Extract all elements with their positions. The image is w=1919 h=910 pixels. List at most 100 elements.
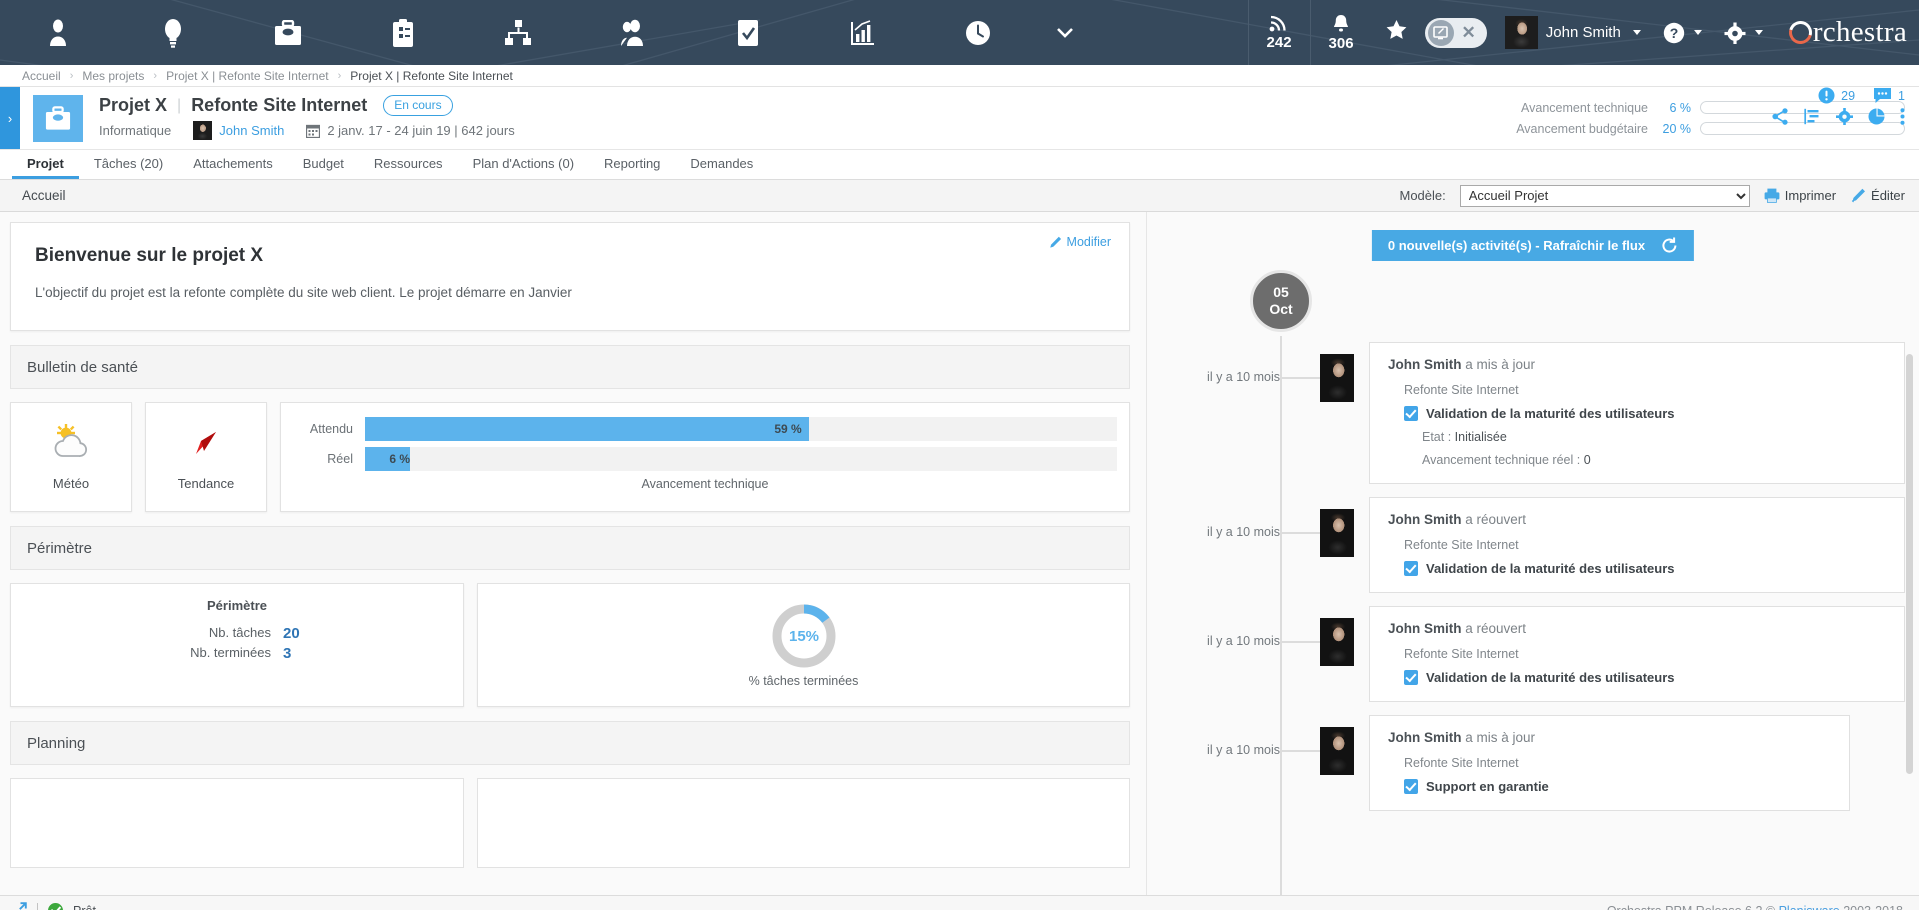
favorite-star-icon[interactable] (1372, 20, 1421, 45)
tendance-card[interactable]: Tendance (145, 402, 267, 512)
scope-donut-card: 15% % tâches terminées (477, 583, 1130, 707)
feed-item-author: John Smith (1388, 730, 1462, 745)
refresh-feed-button[interactable]: 0 nouvelle(s) activité(s) - Rafraîchir l… (1371, 230, 1695, 261)
project-owner[interactable]: John Smith (193, 121, 284, 140)
bell-icon (1334, 14, 1349, 31)
share-icon[interactable] (1772, 108, 1789, 125)
idea-bulb-icon[interactable] (115, 0, 230, 65)
brand-logo: rchestra (1784, 16, 1907, 49)
comment-icon[interactable] (1873, 87, 1892, 104)
modele-label: Modèle: (1399, 188, 1446, 203)
edit-mode-toggle[interactable]: ✕ (1424, 17, 1487, 48)
feed-scrollbar[interactable] (1906, 354, 1913, 774)
project-divider: | (177, 96, 182, 114)
feed-item-action: a mis à jour (1465, 730, 1536, 745)
alert-icon[interactable] (1818, 87, 1835, 104)
feed-meta-key: Etat : (1422, 430, 1452, 444)
feed-item-card: John Smith a mis à jour Refonte Site Int… (1369, 715, 1850, 811)
rss-count: 242 (1266, 34, 1292, 51)
more-vertical-icon[interactable] (1900, 108, 1905, 125)
feed-item[interactable]: il y a 10 mois John Smith a réouvert Ref… (1147, 606, 1905, 702)
org-chart-icon[interactable] (460, 0, 575, 65)
pie-chart-icon[interactable] (1868, 108, 1885, 125)
donut-caption: % tâches terminées (748, 674, 859, 688)
feed-item[interactable]: il y a 10 mois John Smith a mis à jour R… (1147, 342, 1905, 484)
welcome-body: L'objectif du projet est la refonte comp… (35, 285, 572, 300)
feed-item-author: John Smith (1388, 621, 1462, 636)
clock-icon[interactable] (920, 0, 1035, 65)
breadcrumb-separator: › (337, 69, 342, 82)
tab-taches[interactable]: Tâches (20) (79, 150, 178, 179)
breadcrumb-separator: › (69, 69, 74, 82)
tab-projet[interactable]: Projet (12, 150, 79, 179)
section-header-planning: Planning (10, 721, 1130, 765)
checkbox-icon[interactable] (690, 0, 805, 65)
feed-item-card: John Smith a mis à jour Refonte Site Int… (1369, 342, 1905, 484)
scope-value-tasks: 20 (283, 625, 300, 642)
tab-budget[interactable]: Budget (288, 150, 359, 179)
feed-item-time: il y a 10 mois (1207, 370, 1280, 384)
help-icon: ? (1663, 22, 1685, 43)
planisware-link[interactable]: Planisware (1779, 904, 1840, 910)
scope-key-tasks: Nb. tâches (208, 625, 271, 640)
feed-item-action: a mis à jour (1465, 357, 1536, 372)
feed-item-meta-avancement: Avancement technique réel : 0 (1422, 453, 1886, 467)
sun-behind-cloud-icon (54, 423, 87, 457)
project-dates: 2 janv. 17 - 24 juin 19 | 642 jours (306, 123, 515, 138)
help-menu[interactable]: ? (1663, 22, 1702, 44)
scope-key-done: Nb. terminées (190, 645, 271, 660)
tab-demandes[interactable]: Demandes (675, 150, 768, 179)
close-icon[interactable]: ✕ (1458, 23, 1480, 43)
pencil-icon (1049, 236, 1061, 248)
scope-value-done: 3 (283, 645, 292, 662)
feed-item-time: il y a 10 mois (1207, 525, 1280, 539)
tab-plan-actions[interactable]: Plan d'Actions (0) (458, 150, 589, 179)
scope-stats-card: Périmètre Nb. tâches 20 Nb. terminées 3 (10, 583, 464, 707)
people-icon[interactable] (575, 0, 690, 65)
tab-ressources[interactable]: Ressources (359, 150, 458, 179)
feed-item-task: Validation de la maturité des utilisateu… (1404, 561, 1886, 576)
breadcrumb-item-0[interactable]: Accueil (22, 69, 61, 83)
gantt-icon[interactable] (1804, 108, 1821, 125)
expand-icon[interactable] (10, 902, 27, 910)
chevron-down-icon (1693, 30, 1702, 35)
progress-budget-label: Avancement budgétaire (1516, 121, 1648, 136)
briefcase-icon[interactable] (230, 0, 345, 65)
meteo-card[interactable]: Météo (10, 402, 132, 512)
tab-attachements[interactable]: Attachements (178, 150, 288, 179)
feed-item-header: John Smith a réouvert (1388, 621, 1886, 636)
modify-welcome-button[interactable]: Modifier (1048, 235, 1111, 249)
svg-text:?: ? (1670, 25, 1679, 41)
breadcrumb-item-2[interactable]: Projet X | Refonte Site Internet (166, 69, 329, 83)
avatar (1320, 618, 1354, 666)
feed-items: il y a 10 mois John Smith a mis à jour R… (1147, 342, 1905, 824)
notifications-counter[interactable]: 306 (1309, 0, 1372, 65)
user-name: John Smith (1545, 24, 1621, 41)
feed-item-task: Validation de la maturité des utilisateu… (1404, 670, 1886, 685)
planning-card-right (477, 778, 1130, 868)
clipboard-icon[interactable] (345, 0, 460, 65)
user-icon[interactable] (0, 0, 115, 65)
feed-date-month: Oct (1269, 301, 1293, 317)
top-right-actions: 242 306 ✕ John Smith ? rchestra (1247, 0, 1919, 65)
chevron-down-icon (1632, 30, 1641, 35)
rss-feed-counter[interactable]: 242 (1247, 0, 1310, 65)
tab-reporting[interactable]: Reporting (589, 150, 675, 179)
settings-menu[interactable] (1724, 22, 1763, 44)
breadcrumb-item-1[interactable]: Mes projets (82, 69, 144, 83)
print-button[interactable]: Imprimer (1764, 188, 1836, 203)
bar-label-reel: Réel (327, 452, 353, 466)
health-section-body: Météo Tendance Attendu 59 % Réel 6 % Ava… (10, 402, 1130, 512)
avatar (1320, 354, 1354, 402)
user-menu[interactable]: John Smith (1504, 16, 1641, 49)
modele-select[interactable]: Accueil Projet (1459, 184, 1750, 207)
feed-connector (1280, 641, 1320, 643)
chevron-down-icon[interactable] (1035, 0, 1095, 65)
feed-item[interactable]: il y a 10 mois John Smith a réouvert Ref… (1147, 497, 1905, 593)
top-navigation-bar: 242 306 ✕ John Smith ? rchestra (0, 0, 1919, 65)
bar-chart-icon[interactable] (805, 0, 920, 65)
sidebar-expand-toggle[interactable]: › (0, 87, 20, 149)
feed-item[interactable]: il y a 10 mois John Smith a mis à jour R… (1147, 715, 1905, 811)
gear-icon[interactable] (1836, 108, 1853, 125)
edit-button[interactable]: Éditer (1850, 188, 1905, 203)
